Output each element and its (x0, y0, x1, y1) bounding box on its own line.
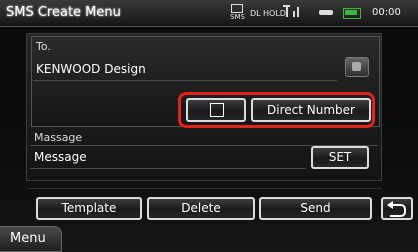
dl-indicator: DL (250, 9, 261, 18)
sms-icon: SMS (230, 3, 245, 21)
message-underline (30, 168, 306, 169)
message-value[interactable]: Message (34, 150, 87, 164)
contact-picker-button[interactable] (345, 57, 369, 77)
contact-icon (352, 62, 361, 71)
send-button[interactable]: Send (259, 197, 372, 220)
signal-strength-icon (283, 5, 301, 19)
recipient-value[interactable]: KENWOOD Design (36, 62, 146, 76)
set-button[interactable]: SET (311, 146, 369, 169)
car-icon (319, 8, 333, 16)
page-title: SMS Create Menu (6, 5, 121, 20)
to-label: To. (36, 40, 51, 53)
recipient-underline (33, 80, 337, 81)
sms-create-screen: SMS Create Menu SMS DL HOLD 00:00 To. KE… (0, 0, 418, 252)
back-button[interactable] (381, 197, 413, 220)
battery-icon (343, 8, 361, 19)
direct-number-button[interactable]: Direct Number (251, 98, 371, 122)
message-label: Massage (34, 131, 83, 144)
phonebook-icon (210, 103, 224, 117)
template-button[interactable]: Template (36, 197, 142, 220)
sms-label: SMS (230, 13, 245, 21)
toolbar-divider (28, 188, 382, 189)
delete-button[interactable]: Delete (147, 197, 255, 220)
clock: 00:00 (372, 7, 401, 18)
title-bar: SMS Create Menu SMS DL HOLD 00:00 (0, 0, 418, 27)
phonebook-button[interactable] (186, 98, 246, 122)
menu-button[interactable]: Menu (0, 226, 62, 252)
